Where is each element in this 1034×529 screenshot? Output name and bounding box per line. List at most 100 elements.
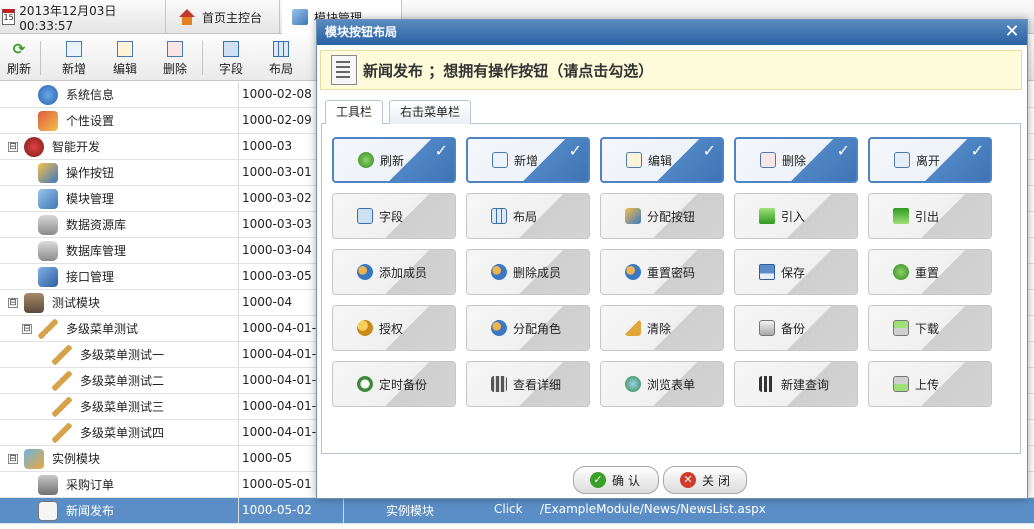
clear-icon <box>625 320 641 336</box>
tab-toolbar[interactable]: 工具栏 <box>325 100 384 126</box>
tree-label: 测试模块 <box>52 296 101 310</box>
option-label: 授权 <box>379 321 404 336</box>
option-label: 字段 <box>379 209 404 224</box>
toolbar-edit-button[interactable]: 编辑 <box>102 39 148 79</box>
option-delete-button[interactable]: 删除 ✓ <box>734 137 858 183</box>
toolbar-refresh-button[interactable]: ⟳ 刷新 <box>0 39 42 79</box>
option-authorize-button[interactable]: 授权 <box>332 305 456 351</box>
option-export-button[interactable]: 引出 <box>868 193 992 239</box>
option-backup-button[interactable]: 备份 <box>734 305 858 351</box>
collapse-toggle[interactable]: ⊟ <box>8 141 18 152</box>
tree-cell: 个性设置 <box>0 108 239 133</box>
option-remove-member-button[interactable]: 删除成员 <box>466 249 590 295</box>
assign-button-icon <box>625 208 641 224</box>
tree-cell: 多级菜单测试四 <box>0 420 239 445</box>
tab-home[interactable]: 首页主控台 <box>168 0 280 34</box>
reset-password-icon <box>625 264 641 280</box>
tree-label: 智能开发 <box>52 140 101 154</box>
event-cell: Click <box>494 502 523 516</box>
option-label: 离开 <box>916 153 941 168</box>
confirm-button[interactable]: ✓ 确认 <box>573 466 659 494</box>
module-icon <box>38 188 58 209</box>
option-label: 保存 <box>781 265 806 280</box>
dialog-title: 模块按钮布局 <box>325 25 398 39</box>
dev-icon <box>24 136 44 157</box>
delete-icon <box>760 152 776 168</box>
example-icon <box>24 448 44 469</box>
toolbar-add-button[interactable]: 新增 <box>51 39 97 79</box>
option-scheduled-backup-button[interactable]: 定时备份 <box>332 361 456 407</box>
collapse-toggle[interactable]: ⊟ <box>22 323 32 334</box>
tree-cell: ⊟ 多级菜单测试 <box>0 316 239 341</box>
option-label: 备份 <box>781 321 806 336</box>
option-assign-button[interactable]: 分配按钮 <box>600 193 724 239</box>
option-download-button[interactable]: 下载 <box>868 305 992 351</box>
option-layout-button[interactable]: 布局 <box>466 193 590 239</box>
toolbar-layout-label: 布局 <box>268 62 293 76</box>
option-new-query-button[interactable]: 新建查询 <box>734 361 858 407</box>
option-label: 上传 <box>915 377 940 392</box>
layout-icon <box>491 208 507 224</box>
close-icon[interactable]: ✕ <box>1003 23 1021 41</box>
option-add-button[interactable]: 新增 ✓ <box>466 137 590 183</box>
option-view-detail-button[interactable]: 查看详细 <box>466 361 590 407</box>
calendar-icon: 15 <box>2 9 16 25</box>
option-save-button[interactable]: 保存 <box>734 249 858 295</box>
database-manage-icon <box>38 240 58 261</box>
toolbar-delete-button[interactable]: 删除 <box>152 39 198 79</box>
tree-cell: 采购订单 <box>0 472 239 497</box>
option-label: 重置密码 <box>647 265 696 280</box>
tab-context-menu[interactable]: 右击菜单栏 <box>389 100 472 125</box>
option-field-button[interactable]: 字段 <box>332 193 456 239</box>
tree-cell: 系统信息 <box>0 82 239 107</box>
option-clear-button[interactable]: 清除 <box>600 305 724 351</box>
tree-cell: 接口管理 <box>0 264 239 289</box>
option-refresh-button[interactable]: 刷新 ✓ <box>332 137 456 183</box>
option-reset-password-button[interactable]: 重置密码 <box>600 249 724 295</box>
collapse-toggle[interactable]: ⊟ <box>8 297 18 308</box>
option-label: 刷新 <box>380 153 405 168</box>
option-assign-role-button[interactable]: 分配角色 <box>466 305 590 351</box>
upload-icon <box>893 376 909 392</box>
option-exit-button[interactable]: 离开 ✓ <box>868 137 992 183</box>
close-label: 关闭 <box>702 473 735 488</box>
option-upload-button[interactable]: 上传 <box>868 361 992 407</box>
date-text: 2013年12月03日 00:33:57 <box>19 3 117 33</box>
toolbar-refresh-label: 刷新 <box>6 62 31 76</box>
add-member-icon <box>357 264 373 280</box>
operation-button-icon <box>38 162 58 183</box>
tree-label: 新闻发布 <box>66 504 115 518</box>
button-layout-dialog: 模块按钮布局 ✕ 新闻发布 ；想拥有操作按钮（请点击勾选） 工具栏 右击菜单栏 … <box>316 19 1028 499</box>
tree-label: 采购订单 <box>66 478 115 492</box>
info-icon <box>38 84 58 105</box>
option-label: 添加成员 <box>379 265 428 280</box>
option-add-member-button[interactable]: 添加成员 <box>332 249 456 295</box>
option-label: 定时备份 <box>379 377 428 392</box>
option-label: 重置 <box>915 265 940 280</box>
tree-label: 多级菜单测试 <box>66 322 139 336</box>
new-query-icon <box>759 376 775 392</box>
document-icon <box>331 55 357 85</box>
layout-icon <box>273 41 289 57</box>
option-edit-button[interactable]: 编辑 ✓ <box>600 137 724 183</box>
toolbar-field-button[interactable]: 字段 <box>208 39 254 79</box>
option-reset-button[interactable]: 重置 <box>868 249 992 295</box>
pencil-icon <box>38 318 58 339</box>
personal-settings-icon <box>38 110 58 131</box>
tree-cell: ⊟ 测试模块 <box>0 290 239 315</box>
pencil-icon <box>52 344 72 365</box>
pencil-icon <box>52 422 72 443</box>
dialog-tabs: 工具栏 右击菜单栏 <box>321 98 1021 126</box>
table-row-selected[interactable]: 新闻发布 1000-05-02 实例模块 Click /ExampleModul… <box>0 498 1034 524</box>
option-label: 引入 <box>781 209 806 224</box>
field-icon <box>223 41 239 57</box>
check-icon: ✓ <box>434 141 448 160</box>
tree-label: 接口管理 <box>66 270 115 284</box>
option-label: 分配按钮 <box>647 209 696 224</box>
toolbar-layout-button[interactable]: 布局 <box>258 39 304 79</box>
collapse-toggle[interactable]: ⊟ <box>8 453 18 464</box>
option-browse-form-button[interactable]: 浏览表单 <box>600 361 724 407</box>
option-import-button[interactable]: 引入 <box>734 193 858 239</box>
close-button[interactable]: ✕ 关闭 <box>663 466 747 494</box>
tree-label: 多级菜单测试二 <box>80 374 165 388</box>
